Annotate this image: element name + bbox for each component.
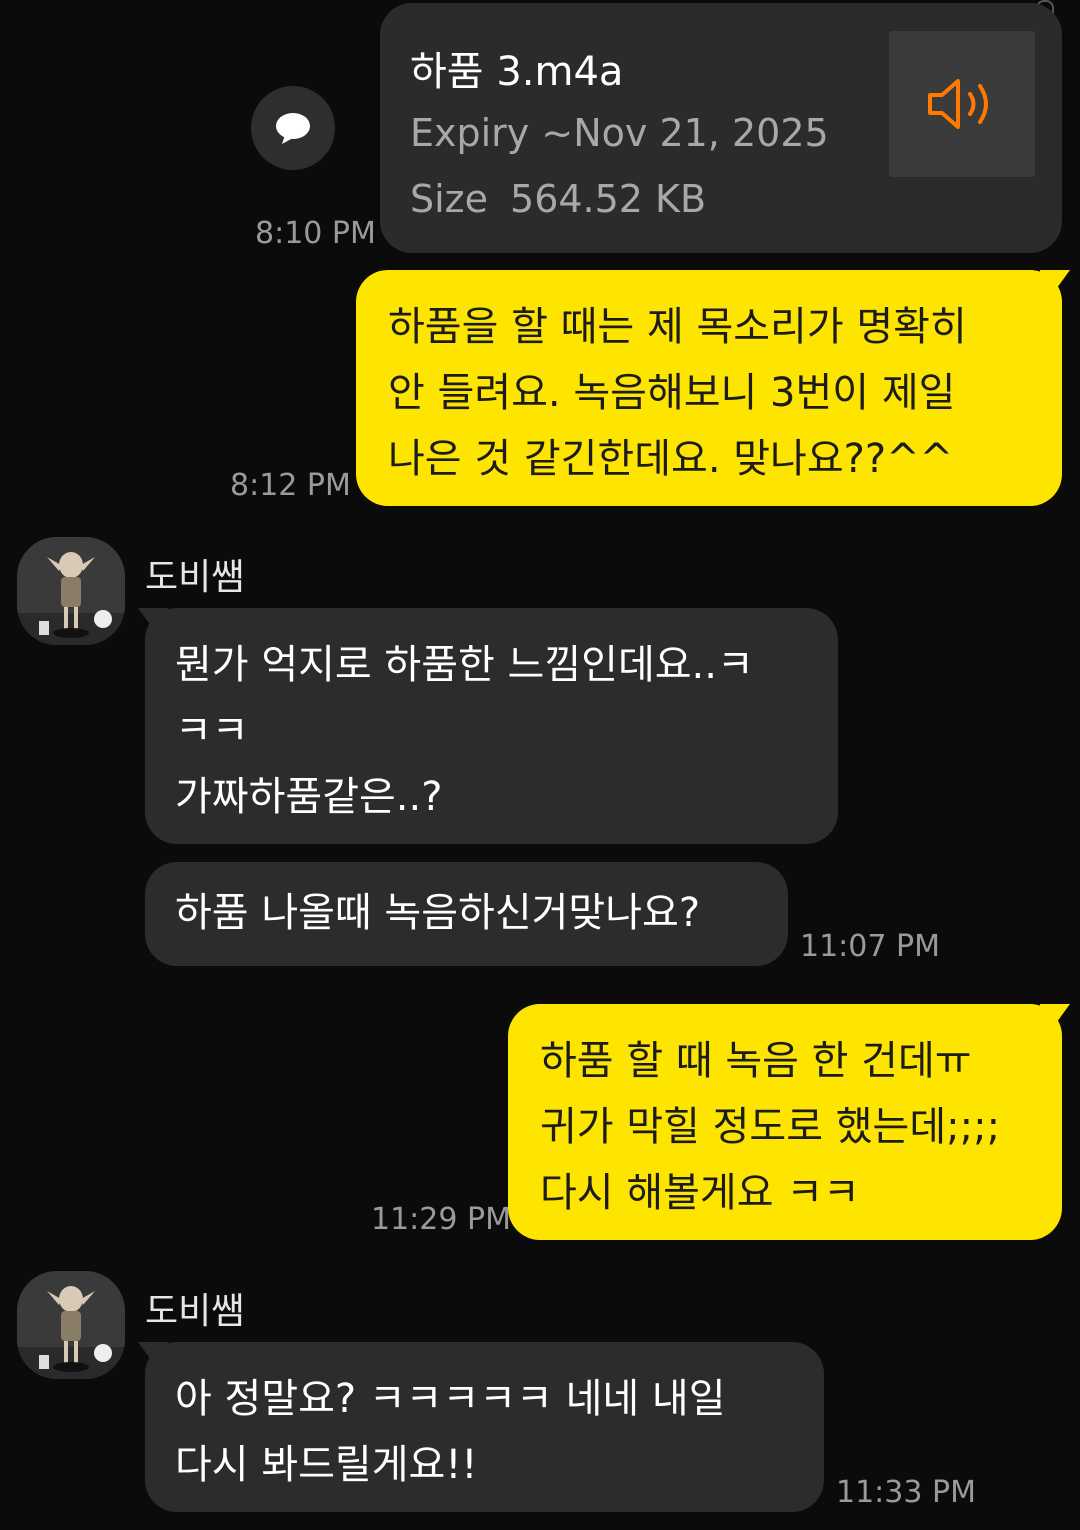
- my-message-bubble[interactable]: 하품을 할 때는 제 목소리가 명확히 안 들려요. 녹음해보니 3번이 제일 …: [356, 270, 1062, 506]
- message-line: 뭔가 억지로 하품한 느낌인데요..ㅋ: [175, 642, 754, 688]
- file-name: 하품 3.m4a: [410, 49, 624, 95]
- avatar[interactable]: [17, 1271, 125, 1379]
- message-line: 하품 나올때 녹음하신거맞나요?: [175, 890, 701, 936]
- message-time: 8:10 PM: [255, 216, 376, 251]
- share-button[interactable]: [251, 86, 335, 170]
- message-line: ㅋㅋ: [175, 708, 249, 754]
- message-line: 귀가 막힐 정도로 했는데;;;;: [540, 1104, 1001, 1150]
- message-line: 다시 봐드릴게요!!: [175, 1442, 478, 1488]
- bubble-tail: [1040, 1004, 1070, 1032]
- bubble-tail: [138, 1342, 168, 1370]
- file-expiry: Expiry ~Nov 21, 2025: [410, 111, 829, 155]
- my-message-bubble[interactable]: 하품 할 때 녹음 한 건데ㅠ 귀가 막힐 정도로 했는데;;;; 다시 해볼게…: [508, 1004, 1062, 1240]
- message-line: 아 정말요? ㅋㅋㅋㅋㅋ 네네 내일: [175, 1376, 726, 1422]
- received-message-bubble[interactable]: 아 정말요? ㅋㅋㅋㅋㅋ 네네 내일 다시 봐드릴게요!!: [145, 1342, 824, 1512]
- message-line: 하품을 할 때는 제 목소리가 명확히: [388, 304, 967, 350]
- message-line: 안 들려요. 녹음해보니 3번이 제일: [388, 370, 956, 416]
- avatar[interactable]: [17, 537, 125, 645]
- received-message-bubble[interactable]: 뭔가 억지로 하품한 느낌인데요..ㅋ ㅋㅋ 가짜하품같은..?: [145, 608, 838, 844]
- message-time: 11:07 PM: [800, 929, 940, 964]
- received-message-bubble[interactable]: 하품 나올때 녹음하신거맞나요?: [145, 862, 788, 966]
- avatar-image: [17, 1271, 125, 1379]
- audio-file-message[interactable]: 하품 3.m4a Expiry ~Nov 21, 2025 Size 564.52…: [380, 3, 1062, 253]
- speaker-icon: [928, 79, 988, 129]
- file-size-value: 564.52 KB: [510, 177, 707, 221]
- message-line: 다시 해볼게요 ㅋㅋ: [540, 1170, 860, 1216]
- message-line: 나은 것 같긴한데요. 맞나요??^^: [388, 436, 954, 482]
- sender-name: 도비쌤: [145, 557, 245, 598]
- bubble-tail: [138, 608, 168, 636]
- message-time: 11:29 PM: [371, 1202, 511, 1237]
- play-audio-button[interactable]: [889, 31, 1035, 177]
- message-time: 11:33 PM: [836, 1475, 976, 1510]
- file-size: Size 564.52 KB: [410, 177, 706, 221]
- bubble-tail: [1040, 270, 1070, 298]
- sender-name: 도비쌤: [145, 1291, 245, 1332]
- file-size-label: Size: [410, 177, 489, 221]
- message-line: 가짜하품같은..?: [175, 774, 443, 820]
- message-line: 하품 할 때 녹음 한 건데ㅠ: [540, 1038, 972, 1084]
- chat-screen: 하품 3.m4a Expiry ~Nov 21, 2025 Size 564.52…: [0, 0, 1080, 1530]
- avatar-image: [17, 537, 125, 645]
- speech-bubble-icon: [276, 113, 310, 144]
- message-time: 8:12 PM: [230, 468, 351, 503]
